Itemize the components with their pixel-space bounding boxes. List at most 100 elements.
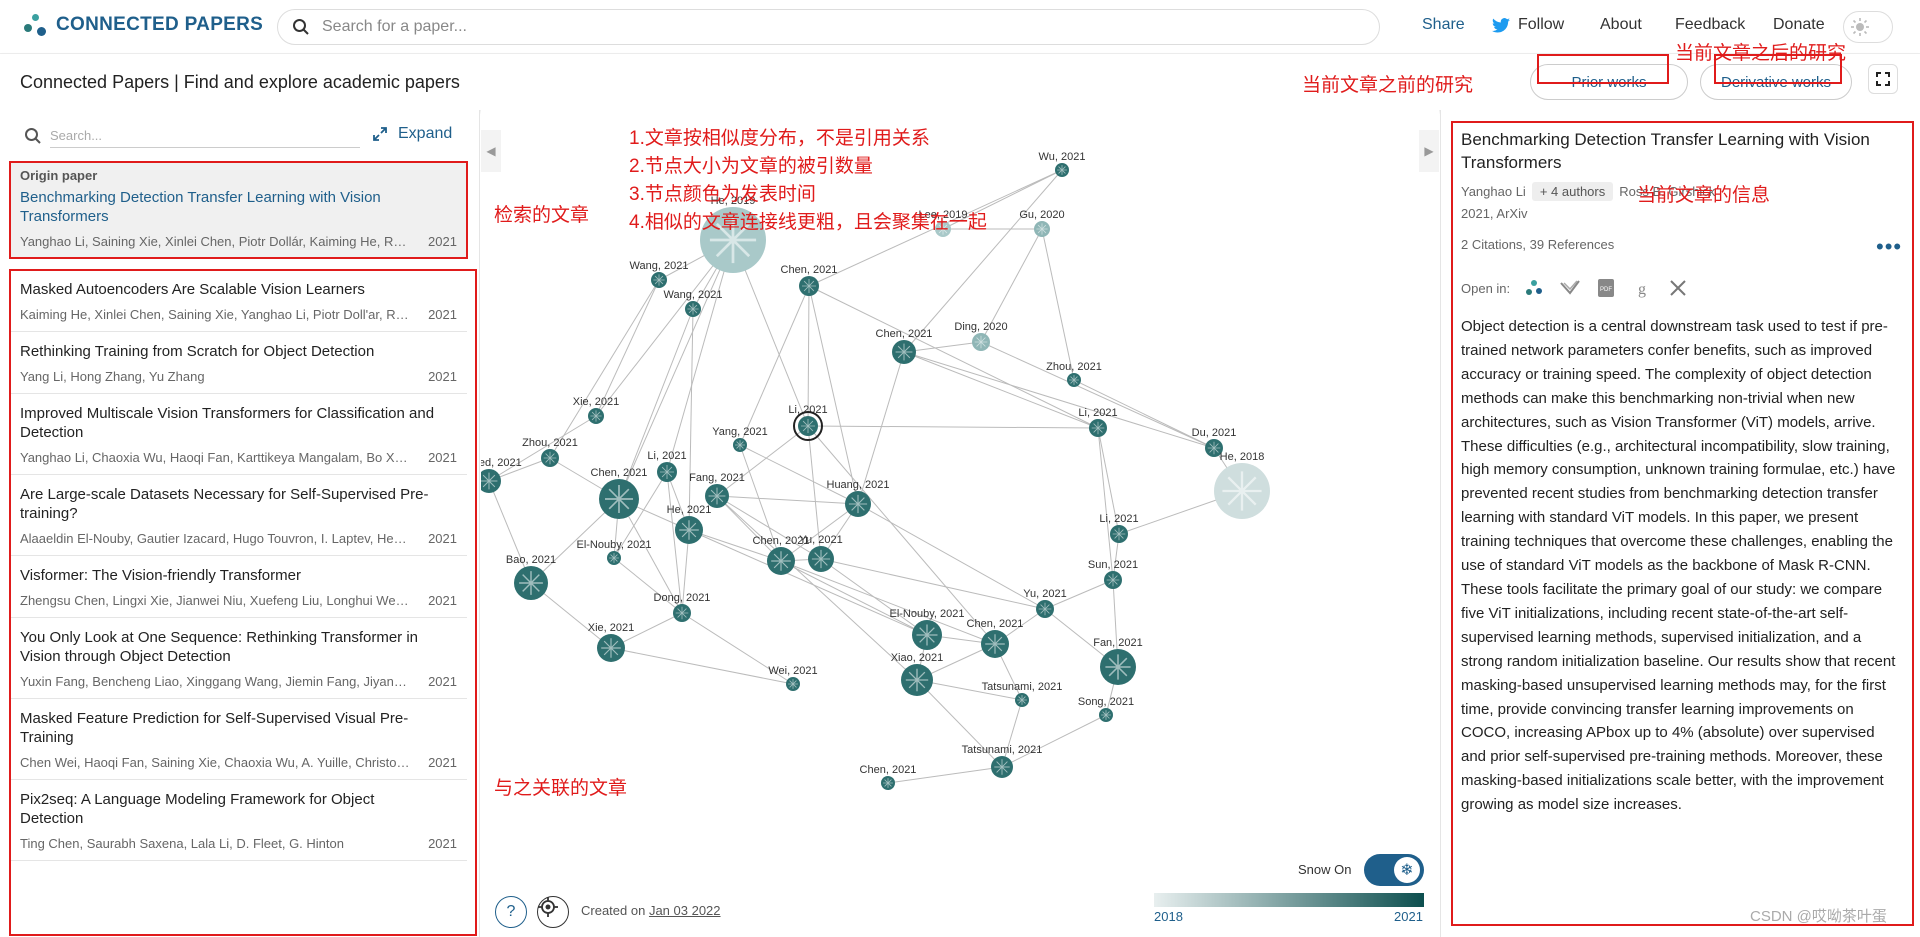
graph-node[interactable]: Zhou, 2021 [1046, 361, 1102, 387]
node-label: Fang, 2021 [689, 472, 745, 484]
snowflake-icon [605, 485, 633, 513]
graph-node[interactable]: El-Nouby, 2021 [889, 608, 965, 650]
expand-button[interactable]: Expand [372, 125, 452, 143]
node-label: El-Nouby, 2021 [889, 608, 964, 620]
created-date[interactable]: Jan 03 2022 [649, 903, 721, 918]
graph-node[interactable]: Sun, 2021 [1088, 559, 1138, 589]
node-label: Xiao, 2021 [891, 652, 944, 664]
graph-node[interactable]: Li, 2021 [1099, 513, 1139, 543]
snowflake-icon [687, 303, 699, 315]
paper-search-bar[interactable] [277, 9, 1380, 45]
graph-node[interactable]: Fang, 2021 [689, 472, 745, 508]
graph-node[interactable]: Chen, 2021 [591, 467, 648, 519]
annotation-note: 2.节点大小为文章的被引数量 [629, 156, 873, 177]
snowflake-icon [735, 440, 745, 450]
node-label: Xie, 2021 [588, 622, 634, 634]
graph-node[interactable]: Wang, 2021 [664, 289, 723, 317]
donate-link[interactable]: Donate [1773, 16, 1825, 34]
graph-node[interactable]: Chen, 2021 [860, 764, 917, 790]
expand-icon [373, 127, 387, 141]
snowflake-icon [1036, 223, 1048, 235]
snowflake-icon [543, 451, 557, 465]
annotation-box-prior [1537, 54, 1669, 84]
snowflake-icon [974, 335, 988, 349]
graph-canvas[interactable]: Wu, 2021 Lee, 2019 Gu, 2020 He, 2019 Wang, 2… [481, 110, 1439, 937]
graph-edge [820, 558, 1046, 610]
graph-node[interactable]: He, 2018 [1214, 451, 1270, 519]
graph-node[interactable]: Li, 2021 [647, 450, 687, 482]
sub-header: Connected Papers | Find and explore acad… [0, 43, 1920, 110]
about-link[interactable]: About [1600, 16, 1642, 34]
node-label: Huang, 2021 [827, 479, 890, 491]
share-link[interactable]: Share [1422, 16, 1465, 34]
graph-node[interactable]: Tatsunami, 2021 [962, 744, 1043, 778]
snowflake-icon [609, 553, 619, 563]
node-label: Ahmed, 2021 [481, 457, 522, 469]
graph-node[interactable]: Chen, 2021 [781, 264, 838, 296]
brand-name: CONNECTED PAPERS [56, 14, 264, 35]
sun-icon [1851, 18, 1869, 36]
snowflake-icon [601, 638, 621, 658]
theme-toggle[interactable] [1843, 11, 1893, 43]
graph-node[interactable]: Dong, 2021 [654, 592, 711, 622]
graph-node[interactable]: Yang, 2021 [712, 426, 768, 452]
chevron-left-icon: ◀ [486, 144, 496, 158]
node-label: Yang, 2021 [712, 426, 767, 438]
node-label: Yu, 2021 [799, 534, 842, 546]
twitter-icon [1492, 17, 1510, 33]
paper-search-input[interactable] [322, 18, 1222, 36]
follow-link[interactable]: Follow [1492, 16, 1564, 34]
graph-node[interactable]: Li, 2021 [1078, 407, 1118, 437]
annotation-note: 1.文章按相似度分布，不是引用关系 [629, 128, 930, 149]
snowflake-icon [985, 634, 1005, 654]
graph-node[interactable]: Chen, 2021 [967, 618, 1024, 658]
logo[interactable]: CONNECTED PAPERS [22, 12, 263, 38]
graph-node[interactable]: Tatsunami, 2021 [982, 681, 1063, 707]
snow-toggle[interactable]: ❄ [1364, 854, 1424, 886]
graph-node[interactable]: Wu, 2021 [1039, 151, 1086, 177]
snowflake-icon [811, 549, 831, 569]
graph-node[interactable]: Ahmed, 2021 [481, 457, 522, 493]
graph-node[interactable]: Ding, 2020 [954, 321, 1008, 351]
graph-node[interactable]: Fan, 2021 [1093, 637, 1143, 685]
legend-start-year: 2018 [1154, 909, 1183, 924]
recenter-button[interactable] [537, 896, 569, 928]
snowflake-icon [895, 343, 913, 361]
collapse-right-button[interactable]: ▶ [1419, 130, 1439, 172]
graph-node[interactable]: Zhou, 2021 [522, 437, 578, 467]
graph-node[interactable]: Xie, 2021 [588, 622, 634, 662]
collapse-left-button[interactable]: ◀ [481, 130, 501, 172]
graph-node[interactable]: Bao, 2021 [506, 554, 556, 600]
help-button[interactable]: ? [495, 896, 527, 928]
graph-node[interactable]: Gu, 2020 [1019, 209, 1065, 237]
feedback-link[interactable]: Feedback [1675, 16, 1745, 34]
list-search-input[interactable] [50, 124, 360, 148]
graph-edge [549, 279, 660, 459]
search-icon [293, 19, 309, 35]
snowflake-icon [771, 551, 791, 571]
snow-label: Snow On [1298, 862, 1352, 877]
graph-node[interactable]: Xiao, 2021 [891, 652, 944, 696]
graph-node[interactable]: El-Nouby, 2021 [576, 539, 652, 565]
graph-node[interactable]: Song, 2021 [1078, 696, 1134, 722]
graph-node[interactable]: Yu, 2021 [799, 534, 843, 572]
node-label: Li, 2021 [647, 450, 686, 462]
logo-icon [22, 12, 48, 38]
snowflake-icon [1222, 471, 1262, 511]
graph-node[interactable]: Huang, 2021 [827, 479, 890, 517]
node-label: Zhou, 2021 [1046, 361, 1102, 373]
graph-node[interactable]: Wang, 2021 [630, 260, 689, 288]
top-navbar: CONNECTED PAPERS Share Follow About Feed… [0, 0, 1920, 54]
search-icon [25, 128, 41, 144]
graph-node[interactable]: He, 2021 [667, 504, 712, 544]
list-search[interactable] [24, 124, 360, 148]
fullscreen-button[interactable] [1868, 64, 1898, 94]
annotation-notes: 1.文章按相似度分布，不是引用关系 2.节点大小为文章的被引数量 3.节点颜色为… [629, 125, 987, 237]
node-label: Ding, 2020 [954, 321, 1007, 333]
graph-node[interactable]: Wei, 2021 [768, 665, 818, 691]
node-label: Wu, 2021 [1039, 151, 1086, 163]
annotation-note: 4.相似的文章连接线更粗，且会聚集在一起 [629, 212, 987, 233]
created-prefix: Created on [581, 903, 646, 918]
node-label: Tatsunami, 2021 [962, 744, 1043, 756]
created-on: Created on Jan 03 2022 [581, 903, 721, 918]
